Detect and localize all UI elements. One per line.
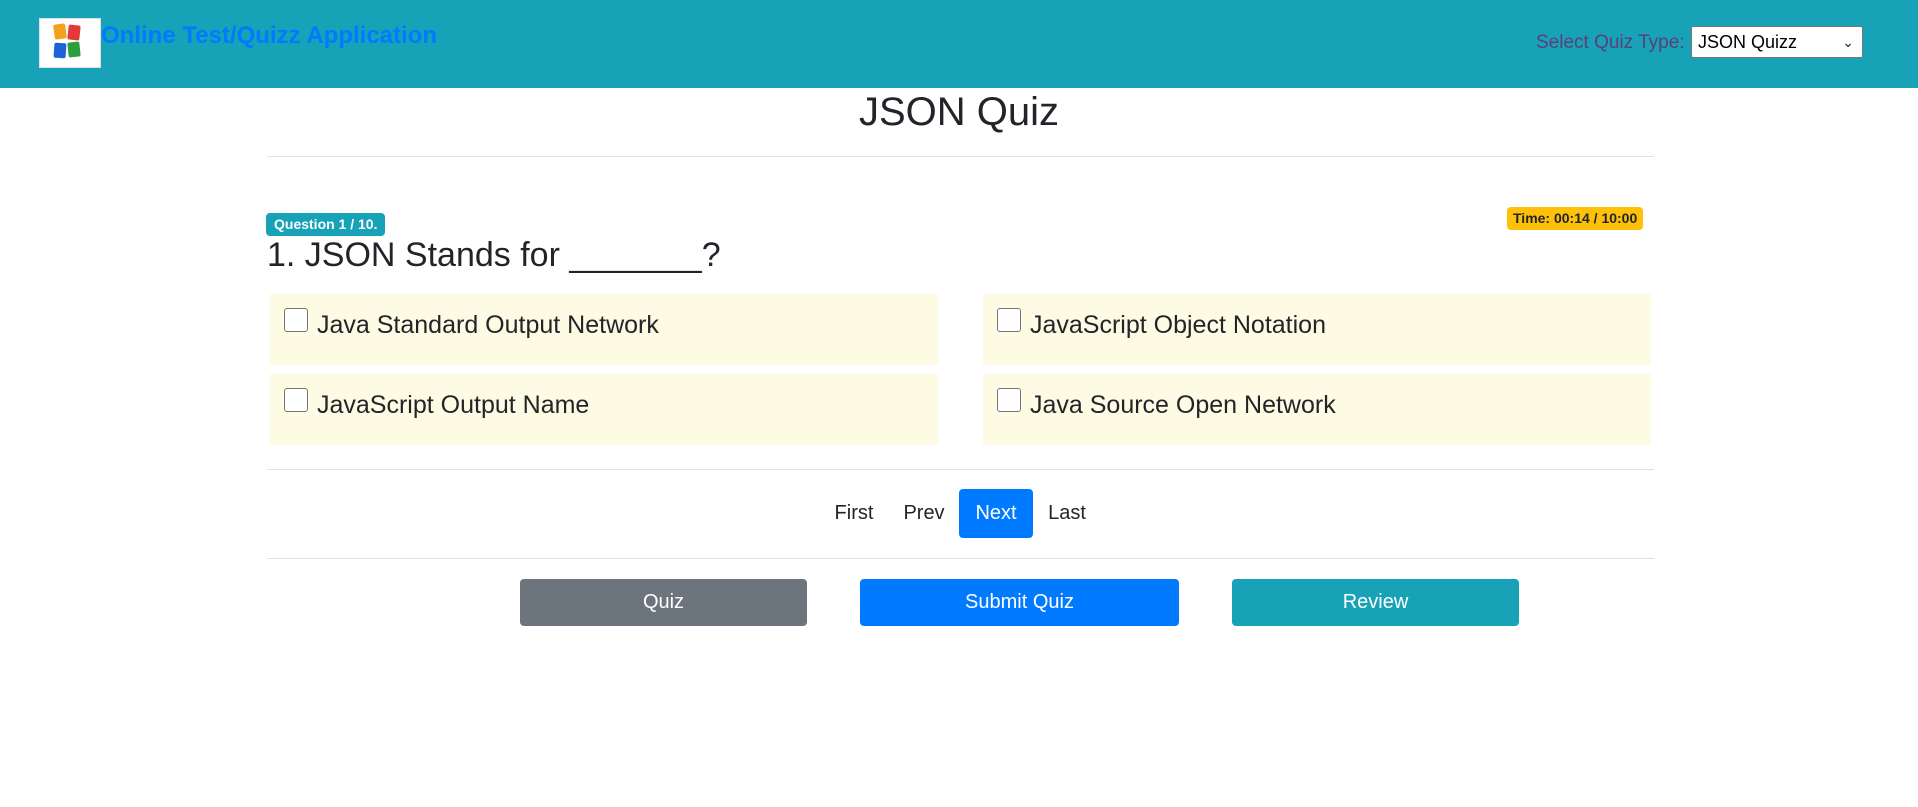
review-button[interactable]: Review bbox=[1232, 579, 1519, 626]
divider bbox=[267, 469, 1654, 470]
page-title: JSON Quiz bbox=[858, 90, 1060, 134]
option-4-checkbox[interactable] bbox=[997, 388, 1021, 412]
option-1[interactable]: Java Standard Output Network bbox=[270, 294, 938, 365]
timer-badge: Time: 00:14 / 10:00 bbox=[1507, 207, 1644, 230]
question-text: 1. JSON Stands for _______? bbox=[267, 236, 721, 274]
pager-first[interactable]: First bbox=[824, 489, 884, 538]
option-2-label[interactable]: JavaScript Object Notation bbox=[1030, 311, 1326, 340]
quiz-type-select[interactable]: JSON Quizz ⌄ bbox=[1691, 26, 1863, 58]
quiz-type-selected-value: JSON Quizz bbox=[1698, 32, 1798, 52]
quiz-logo-icon[interactable] bbox=[39, 18, 101, 68]
quiz-type-label: Select Quiz Type: bbox=[1536, 32, 1685, 53]
pager-prev[interactable]: Prev bbox=[894, 489, 954, 538]
pager-last[interactable]: Last bbox=[1038, 489, 1096, 538]
navbar: Online Test/Quizz Application Select Qui… bbox=[0, 0, 1918, 88]
divider bbox=[267, 558, 1654, 559]
option-3[interactable]: JavaScript Output Name bbox=[270, 374, 938, 445]
option-3-checkbox[interactable] bbox=[284, 388, 308, 412]
option-4-label[interactable]: Java Source Open Network bbox=[1030, 391, 1336, 420]
submit-quiz-button[interactable]: Submit Quiz bbox=[860, 579, 1179, 626]
option-1-label[interactable]: Java Standard Output Network bbox=[317, 311, 659, 340]
quiz-button[interactable]: Quiz bbox=[520, 579, 807, 626]
option-3-label[interactable]: JavaScript Output Name bbox=[317, 391, 589, 420]
option-2-checkbox[interactable] bbox=[997, 308, 1021, 332]
question-count-badge: Question 1 / 10. bbox=[266, 213, 386, 236]
pager-next[interactable]: Next bbox=[959, 489, 1033, 538]
option-4[interactable]: Java Source Open Network bbox=[983, 374, 1651, 445]
chevron-down-icon: ⌄ bbox=[1842, 34, 1854, 50]
option-1-checkbox[interactable] bbox=[284, 308, 308, 332]
app-title-link[interactable]: Online Test/Quizz Application bbox=[101, 22, 437, 50]
divider bbox=[267, 156, 1654, 157]
option-2[interactable]: JavaScript Object Notation bbox=[983, 294, 1651, 365]
